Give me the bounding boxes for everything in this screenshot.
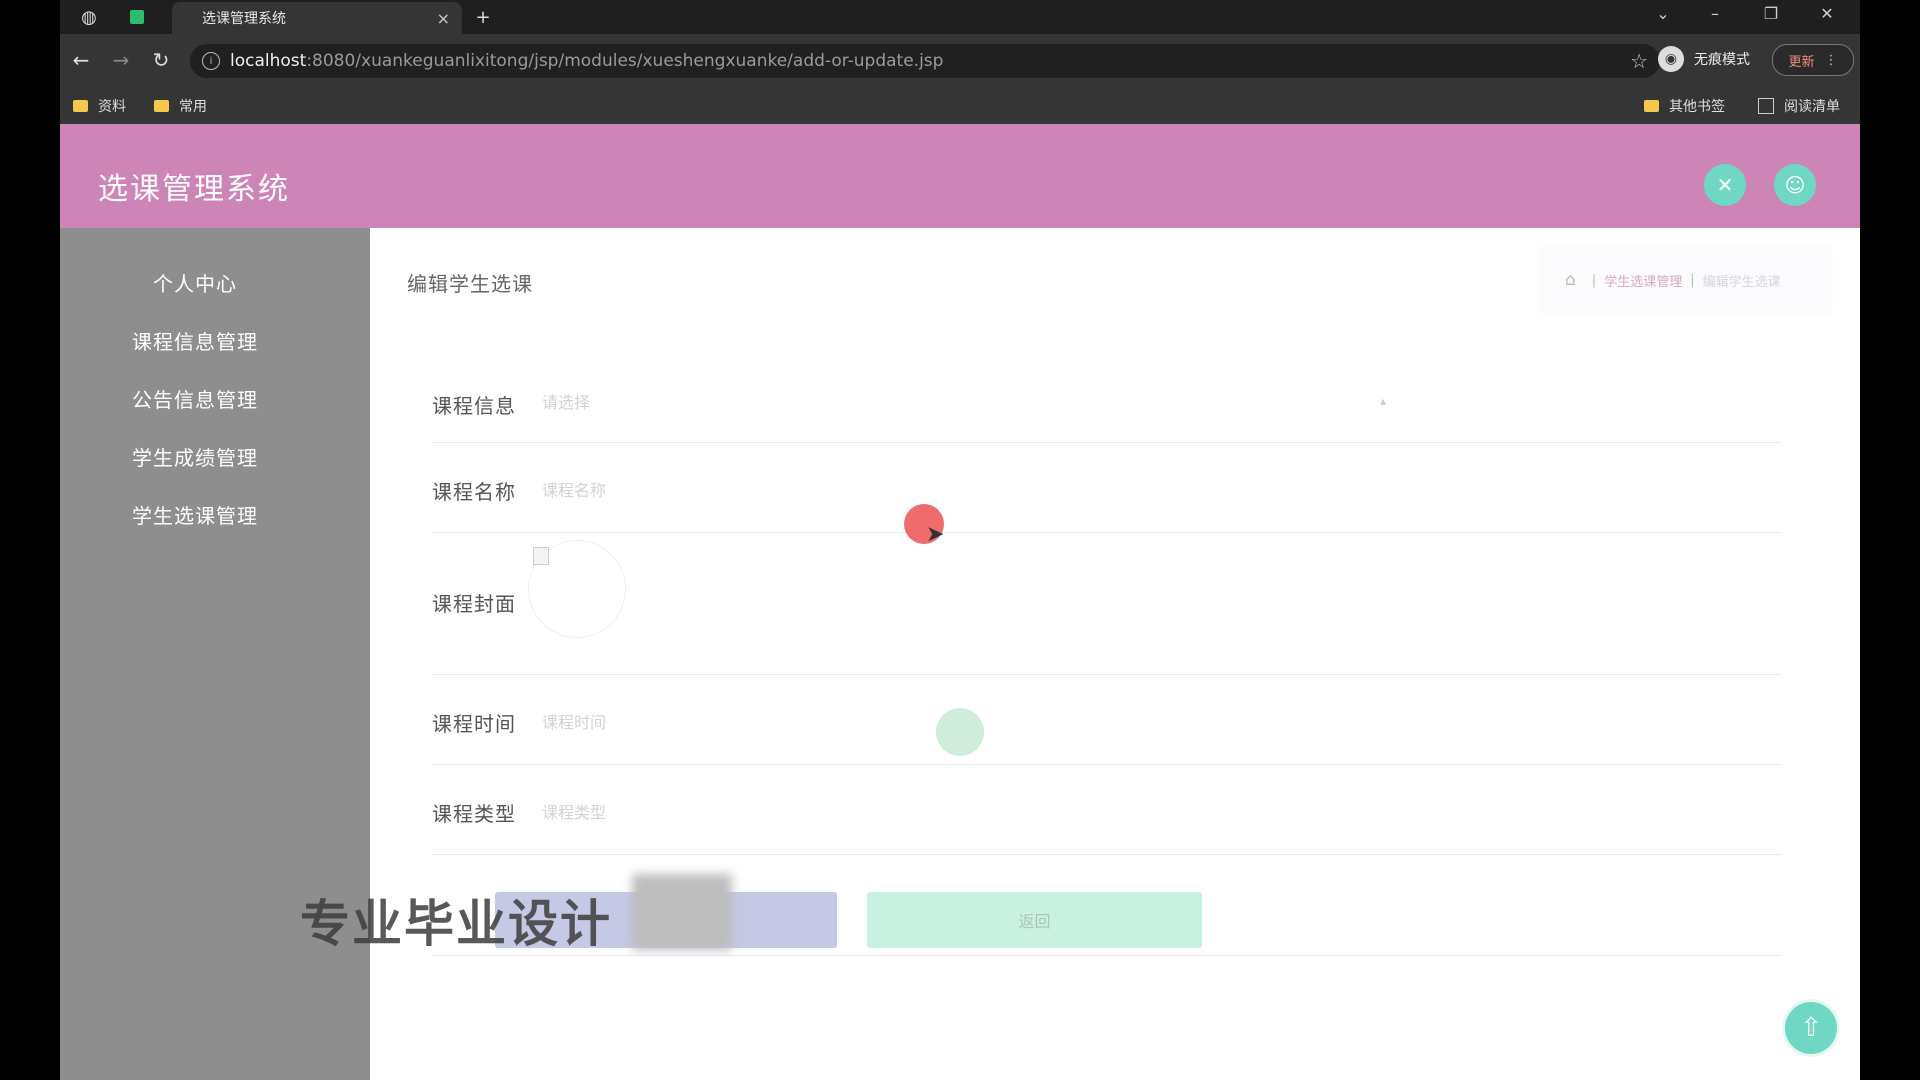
page-title: 编辑学生选课 xyxy=(407,272,533,296)
folder-icon xyxy=(154,100,169,112)
course-type-input[interactable] xyxy=(540,796,1364,828)
course-cover-label: 课程封面 xyxy=(432,592,516,616)
reload-icon[interactable]: ↻ xyxy=(148,48,174,72)
course-type-label: 课程类型 xyxy=(432,802,516,826)
course-info-label: 课程信息 xyxy=(432,394,516,418)
form-row-course-time: 课程时间 xyxy=(432,674,1782,765)
breadcrumb: ⌂ | 学生选课管理 | 编辑学生选课 xyxy=(1540,248,1830,312)
site-info-icon[interactable]: i xyxy=(202,52,220,70)
breadcrumb-current: 编辑学生选课 xyxy=(1702,274,1781,290)
minimize-icon[interactable]: – xyxy=(1700,4,1730,23)
close-window-icon[interactable]: ✕ xyxy=(1812,4,1842,23)
tab-title: 选课管理系统 xyxy=(202,11,286,27)
tab-bar: ◍ 选课管理系统 × + ⌄ – ❐ ✕ xyxy=(60,0,1860,34)
incognito-icon: ◉ xyxy=(1658,46,1684,72)
reading-list[interactable]: 阅读清单 xyxy=(1758,96,1840,116)
mouse-cursor-icon: ➤ xyxy=(926,522,945,547)
fullscreen-button[interactable]: ✕ xyxy=(1704,164,1746,206)
new-tab-icon[interactable]: + xyxy=(472,6,494,28)
form-row-course-cover: 课程封面 xyxy=(432,532,1782,675)
bookmark-label: 其他书签 xyxy=(1669,99,1725,115)
home-icon[interactable]: ⌂ xyxy=(1565,270,1576,290)
back-button[interactable]: 返回 xyxy=(867,892,1202,948)
video-watermark: 专业毕业设计 xyxy=(300,895,612,953)
click-ripple xyxy=(936,708,984,756)
scroll-to-top-icon[interactable]: ⇧ xyxy=(1785,1002,1837,1054)
bookmark-label: 阅读清单 xyxy=(1784,99,1840,115)
app-header: 选课管理系统 ✕ ☺ xyxy=(60,124,1860,228)
more-menu-icon[interactable]: ⋮ xyxy=(1825,53,1838,68)
breadcrumb-item[interactable]: 学生选课管理 xyxy=(1604,271,1682,290)
bookmark-other[interactable]: 其他书签 xyxy=(1644,96,1725,116)
folder-icon xyxy=(73,100,88,112)
restore-icon[interactable]: ❐ xyxy=(1756,4,1786,23)
tab-active[interactable]: 选课管理系统 × xyxy=(172,2,462,34)
url-host: localhost xyxy=(230,51,307,71)
tab-close-icon[interactable]: × xyxy=(437,9,450,28)
app-title: 选课管理系统 xyxy=(98,172,290,207)
update-label: 更新 xyxy=(1788,54,1815,70)
blurred-region xyxy=(632,874,732,950)
reading-list-icon xyxy=(1758,98,1774,114)
bookmark-label: 常用 xyxy=(179,99,207,115)
form-row-course-type: 课程类型 xyxy=(432,764,1782,855)
url-omnibox[interactable]: i localhost :8080/xuankeguanlixitong/jsp… xyxy=(190,44,1660,78)
app-favicon-icon[interactable] xyxy=(126,6,148,28)
form-row-course-name: 课程名称 xyxy=(432,442,1782,533)
course-time-label: 课程时间 xyxy=(432,712,516,736)
user-avatar-button[interactable]: ☺ xyxy=(1774,164,1816,206)
browser-menu-icon[interactable]: ◍ xyxy=(78,6,100,28)
sidebar-item-grades[interactable]: 学生成绩管理 xyxy=(60,442,330,471)
sidebar-item-course-selection[interactable]: 学生选课管理 xyxy=(60,500,330,529)
broken-image-icon xyxy=(533,547,549,565)
url-path: :8080/xuankeguanlixitong/jsp/modules/xue… xyxy=(306,51,944,71)
form-row-course-info: 课程信息 ▴ xyxy=(432,350,1782,443)
bookmark-folder-1[interactable]: 资料 xyxy=(73,96,126,116)
browser-update-button[interactable]: 更新 ⋮ xyxy=(1772,44,1854,76)
tab-search-icon[interactable]: ⌄ xyxy=(1648,4,1678,23)
forward-arrow-icon[interactable]: → xyxy=(108,48,134,72)
address-bar: ← → ↻ i localhost :8080/xuankeguanlixito… xyxy=(60,34,1860,86)
course-name-input[interactable] xyxy=(540,474,1364,506)
bookmark-star-icon[interactable]: ☆ xyxy=(1630,49,1648,73)
chevron-down-icon[interactable]: ▴ xyxy=(1380,394,1386,408)
course-cover-image[interactable] xyxy=(528,540,626,638)
sidebar-item-course-info[interactable]: 课程信息管理 xyxy=(60,326,330,355)
browser-window: ◍ 选课管理系统 × + ⌄ – ❐ ✕ ← → ↻ i localhost :… xyxy=(60,0,1860,1080)
breadcrumb-separator: | xyxy=(1591,272,1597,288)
back-arrow-icon[interactable]: ← xyxy=(68,48,94,72)
breadcrumb-separator: | xyxy=(1690,272,1695,288)
sidebar-item-personal-center[interactable]: 个人中心 xyxy=(60,268,330,297)
divider xyxy=(432,955,1782,956)
course-name-label: 课程名称 xyxy=(432,480,516,504)
course-info-select[interactable] xyxy=(540,386,1364,418)
sidebar-item-announcements[interactable]: 公告信息管理 xyxy=(60,384,330,413)
bookmark-label: 资料 xyxy=(98,99,126,115)
profile-label: 无痕模式 xyxy=(1694,52,1750,68)
bookmark-folder-2[interactable]: 常用 xyxy=(154,96,207,116)
folder-icon xyxy=(1644,100,1659,112)
profile-incognito[interactable]: ◉ 无痕模式 xyxy=(1658,46,1750,72)
bookmarks-bar: 资料 常用 其他书签 阅读清单 xyxy=(60,86,1860,124)
